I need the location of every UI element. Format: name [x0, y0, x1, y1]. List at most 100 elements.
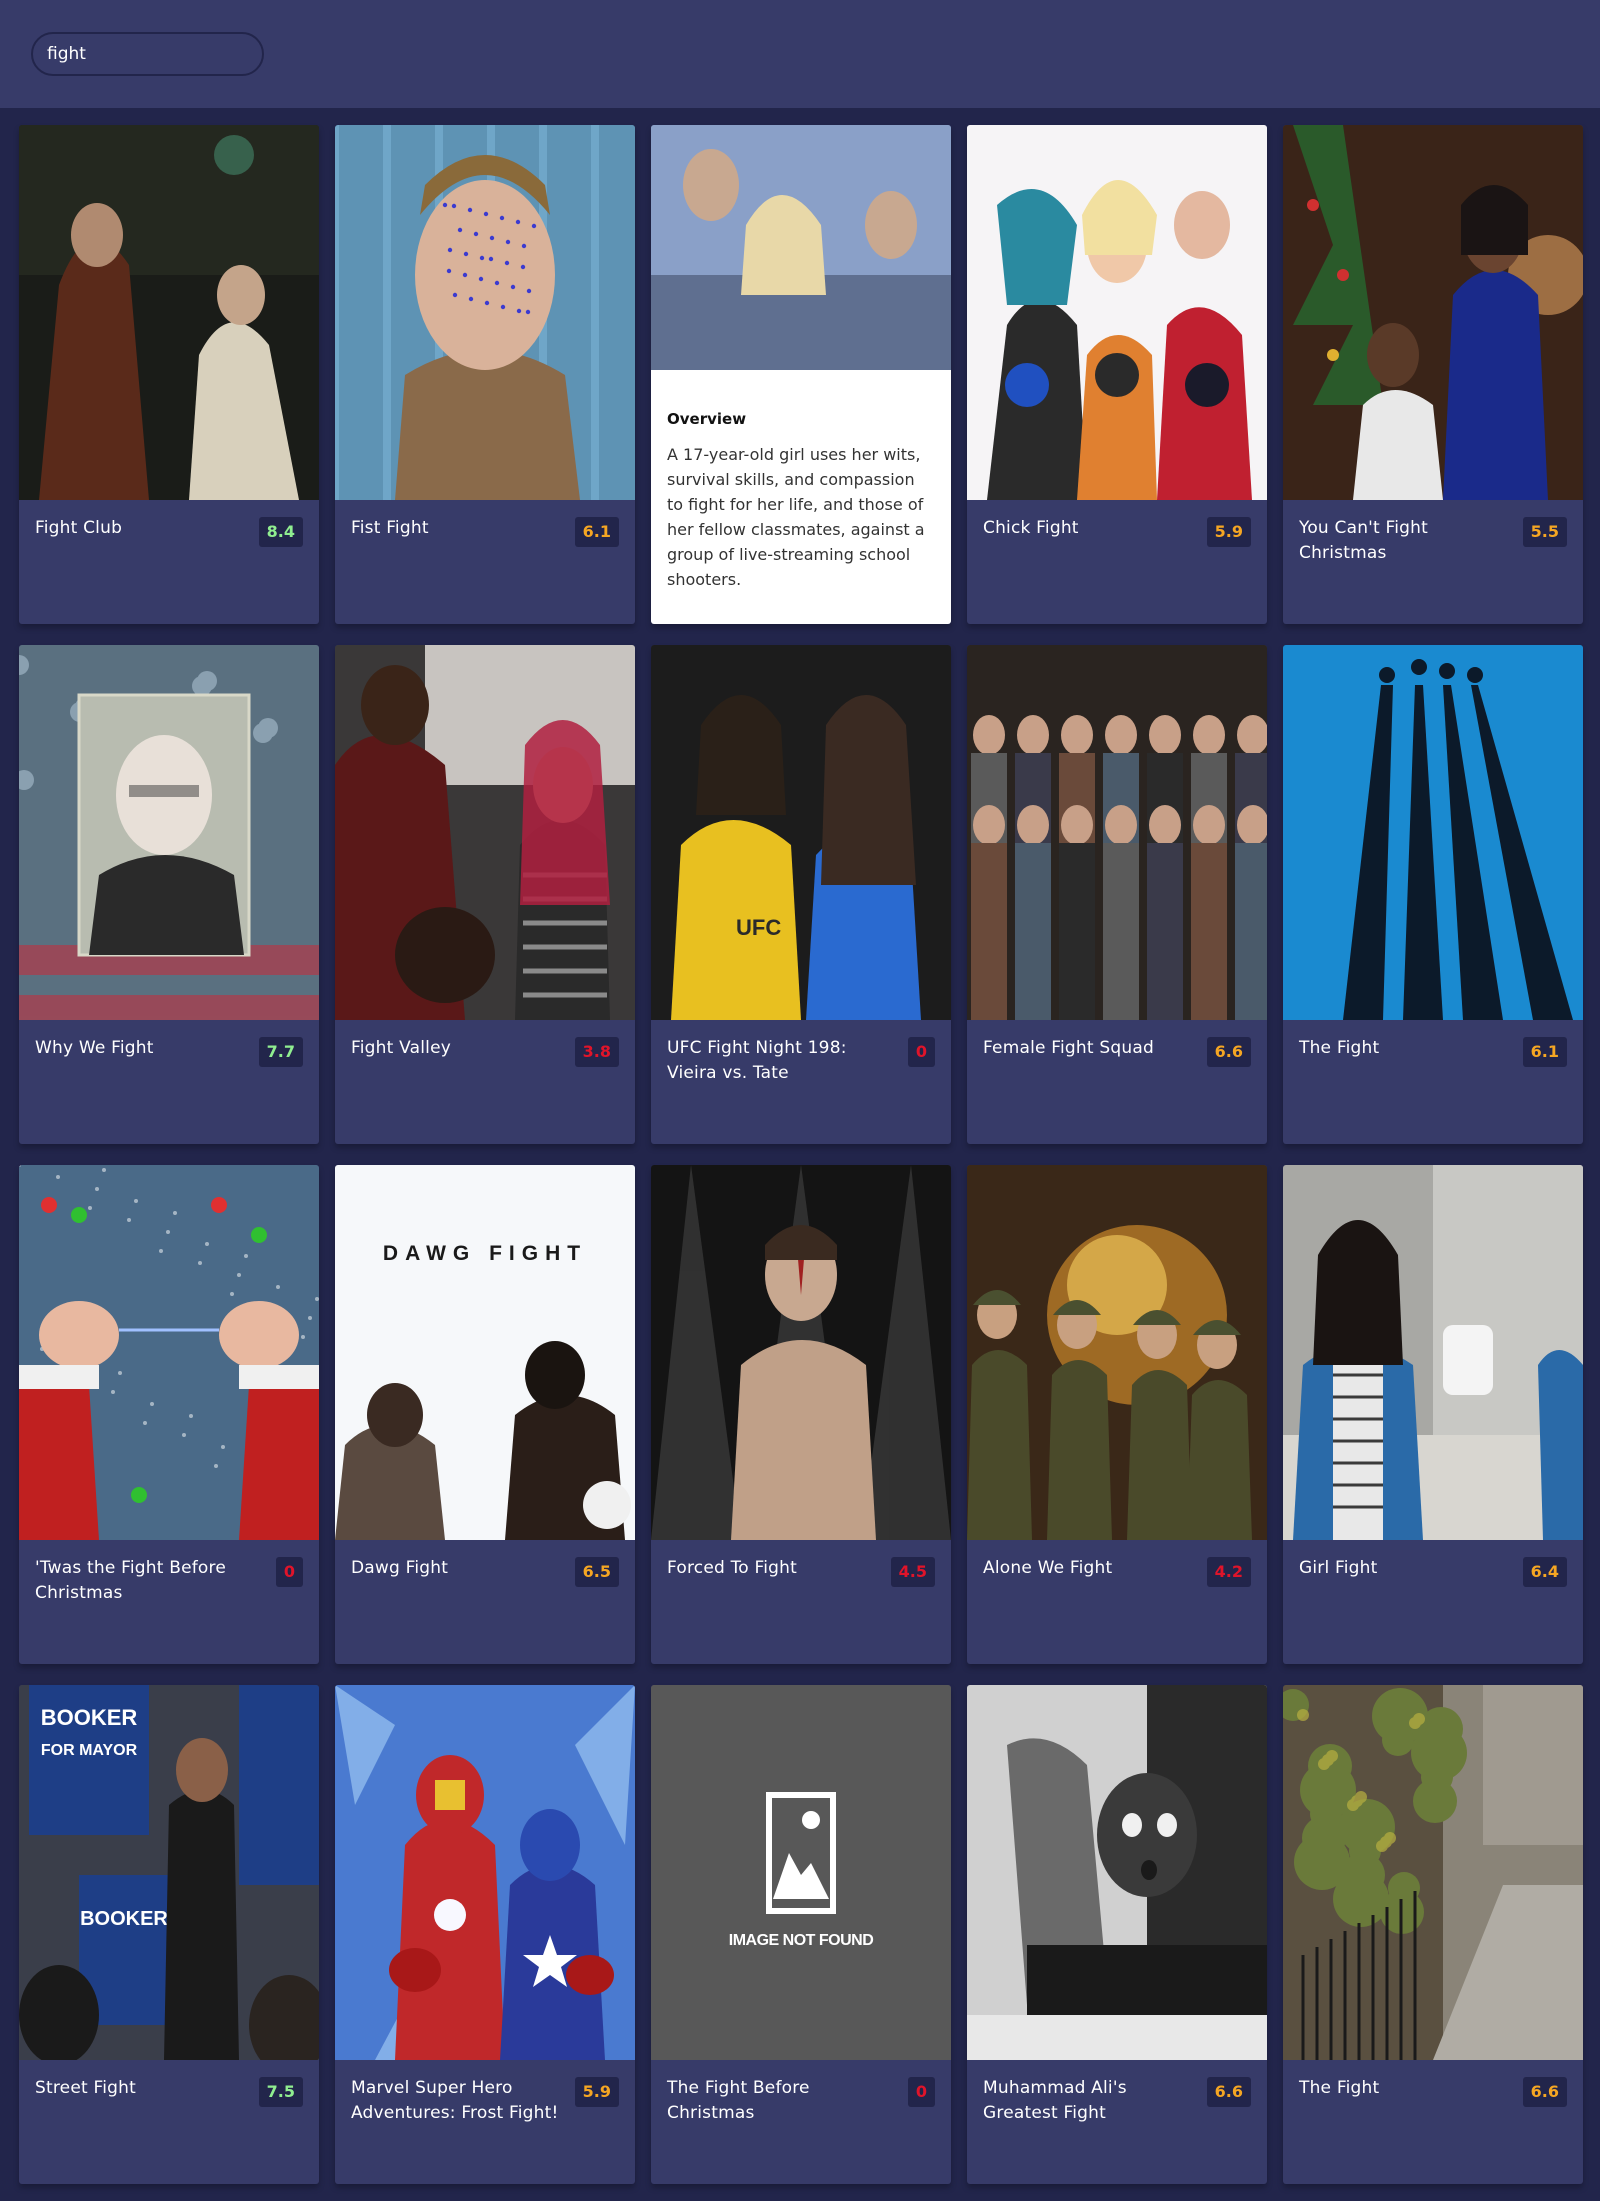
- rating-badge: 6.6: [1522, 2077, 1567, 2107]
- rating-badge: 0: [907, 1037, 935, 1067]
- svg-text:FOR MAYOR: FOR MAYOR: [41, 1742, 138, 1759]
- movie-info: 'Twas the Fight Before Christmas 0: [19, 1540, 319, 1606]
- rating-badge: 7.5: [258, 2077, 303, 2107]
- movie-card[interactable]: The Fight 6.1: [1283, 645, 1583, 1144]
- rating-badge: 5.9: [574, 2077, 619, 2107]
- movie-title: Why We Fight: [35, 1038, 154, 1058]
- movie-title: Fist Fight: [351, 518, 429, 538]
- movie-card[interactable]: IMAGE NOT FOUND The Fight Before Christma…: [651, 1685, 951, 2184]
- movie-title: Muhammad Ali's Greatest Fight: [983, 2078, 1127, 2123]
- svg-text:BOOKER: BOOKER: [41, 1705, 138, 1730]
- movie-title: 'Twas the Fight Before Christmas: [35, 1558, 227, 1603]
- movie-poster: DAWG FIGHT: [335, 1165, 635, 1540]
- movie-title: Marvel Super Hero Adventures: Frost Figh…: [351, 2078, 559, 2123]
- rating-badge: 7.7: [258, 1037, 303, 1067]
- rating-badge: 6.5: [574, 1557, 619, 1587]
- movie-title: Alone We Fight: [983, 1558, 1113, 1578]
- movie-card[interactable]: BOOKER FOR MAYOR BOOKER Street Fight 7.5: [19, 1685, 319, 2184]
- movie-poster: [19, 1165, 319, 1540]
- svg-text:IMAGE NOT FOUND: IMAGE NOT FOUND: [729, 1932, 874, 1949]
- movie-card[interactable]: Marvel Super Hero Adventures: Frost Figh…: [335, 1685, 635, 2184]
- rating-badge: 4.2: [1206, 1557, 1251, 1587]
- movie-poster: [651, 1165, 951, 1540]
- rating-badge: 6.6: [1206, 2077, 1251, 2107]
- rating-badge: 4.5: [890, 1557, 935, 1587]
- movie-card[interactable]: Fight Club 8.4: [19, 125, 319, 624]
- movie-info: Marvel Super Hero Adventures: Frost Figh…: [335, 2060, 635, 2126]
- movie-card[interactable]: The Fight 6.6: [1283, 1685, 1583, 2184]
- rating-badge: 8.4: [258, 517, 303, 547]
- movie-card[interactable]: Fight Valley 3.8: [335, 645, 635, 1144]
- image-not-found-placeholder: IMAGE NOT FOUND: [651, 1685, 951, 2060]
- movie-poster: [967, 1165, 1267, 1540]
- rating-badge: 0: [907, 2077, 935, 2107]
- movie-info: UFC Fight Night 198: Vieira vs. Tate 0: [651, 1020, 951, 1086]
- movie-card[interactable]: You Can't Fight Christmas 5.5: [1283, 125, 1583, 624]
- movie-title: Fight Valley: [351, 1038, 451, 1058]
- search-input[interactable]: [31, 32, 264, 76]
- rating-badge: 6.6: [1206, 1037, 1251, 1067]
- movie-info: Fight Club 8.4: [19, 500, 319, 547]
- movie-title: Chick Fight: [983, 518, 1079, 538]
- movie-info: The Fight 6.6: [1283, 2060, 1583, 2107]
- movie-title: You Can't Fight Christmas: [1299, 518, 1429, 563]
- movie-title: The Fight: [1299, 2078, 1380, 2098]
- movie-card[interactable]: UFC UFC Fight Night 198: Vieira vs. Tate…: [651, 645, 951, 1144]
- movie-card[interactable]: Overview A 17-year-old girl uses her wits…: [651, 125, 951, 624]
- movie-info: Street Fight 7.5: [19, 2060, 319, 2107]
- movie-title: Street Fight: [35, 2078, 136, 2098]
- movie-info: The Fight Before Christmas 0: [651, 2060, 951, 2126]
- movie-poster: BOOKER FOR MAYOR BOOKER: [19, 1685, 319, 2060]
- movie-info: Chick Fight 5.9: [967, 500, 1267, 547]
- movie-title: The Fight Before Christmas: [667, 2078, 810, 2123]
- movie-info: Why We Fight 7.7: [19, 1020, 319, 1067]
- movie-title: Girl Fight: [1299, 1558, 1378, 1578]
- movie-card[interactable]: Fist Fight 6.1: [335, 125, 635, 624]
- movie-info: You Can't Fight Christmas 5.5: [1283, 500, 1583, 566]
- movie-title: Forced To Fight: [667, 1558, 797, 1578]
- movie-poster: [335, 125, 635, 500]
- movie-poster: [1283, 645, 1583, 1020]
- svg-text:BOOKER: BOOKER: [80, 1908, 168, 1930]
- overview-panel: Overview A 17-year-old girl uses her wits…: [651, 370, 951, 624]
- movie-title: Dawg Fight: [351, 1558, 449, 1578]
- movie-poster: [967, 645, 1267, 1020]
- movie-poster: UFC: [651, 645, 951, 1020]
- svg-text:UFC: UFC: [736, 915, 781, 940]
- movie-card[interactable]: Girl Fight 6.4: [1283, 1165, 1583, 1664]
- movie-poster: [967, 1685, 1267, 2060]
- movie-poster: [19, 125, 319, 500]
- rating-badge: 0: [275, 1557, 303, 1587]
- header: [0, 0, 1600, 108]
- movie-card[interactable]: DAWG FIGHT Dawg Fight 6.5: [335, 1165, 635, 1664]
- movie-poster: [1283, 125, 1583, 500]
- movie-card[interactable]: Female Fight Squad 6.6: [967, 645, 1267, 1144]
- movie-info: The Fight 6.1: [1283, 1020, 1583, 1067]
- movie-info: Muhammad Ali's Greatest Fight 6.6: [967, 2060, 1267, 2126]
- rating-badge: 5.9: [1206, 517, 1251, 547]
- movie-title: Fight Club: [35, 518, 123, 538]
- movie-card[interactable]: Why We Fight 7.7: [19, 645, 319, 1144]
- rating-badge: 6.1: [574, 517, 619, 547]
- movie-info: Alone We Fight 4.2: [967, 1540, 1267, 1587]
- movie-card[interactable]: 'Twas the Fight Before Christmas 0: [19, 1165, 319, 1664]
- movie-card[interactable]: Chick Fight 5.9: [967, 125, 1267, 624]
- movie-card[interactable]: Muhammad Ali's Greatest Fight 6.6: [967, 1685, 1267, 2184]
- overview-text: A 17-year-old girl uses her wits, surviv…: [667, 445, 925, 589]
- overview-heading: Overview: [667, 410, 747, 428]
- movie-poster: [967, 125, 1267, 500]
- movie-title: Female Fight Squad: [983, 1038, 1154, 1058]
- movie-info: Dawg Fight 6.5: [335, 1540, 635, 1587]
- rating-badge: 3.8: [574, 1037, 619, 1067]
- movie-poster: [19, 645, 319, 1020]
- rating-badge: 5.5: [1522, 517, 1567, 547]
- movie-title: UFC Fight Night 198: Vieira vs. Tate: [667, 1038, 847, 1083]
- movie-poster: [335, 1685, 635, 2060]
- movie-title: The Fight: [1299, 1038, 1380, 1058]
- movie-info: Female Fight Squad 6.6: [967, 1020, 1267, 1067]
- movie-grid: Fight Club 8.4 Fist Fight 6.1 Overview A 17…: [0, 108, 1600, 2184]
- movie-info: Fight Valley 3.8: [335, 1020, 635, 1067]
- movie-card[interactable]: Forced To Fight 4.5: [651, 1165, 951, 1664]
- movie-info: Girl Fight 6.4: [1283, 1540, 1583, 1587]
- movie-card[interactable]: Alone We Fight 4.2: [967, 1165, 1267, 1664]
